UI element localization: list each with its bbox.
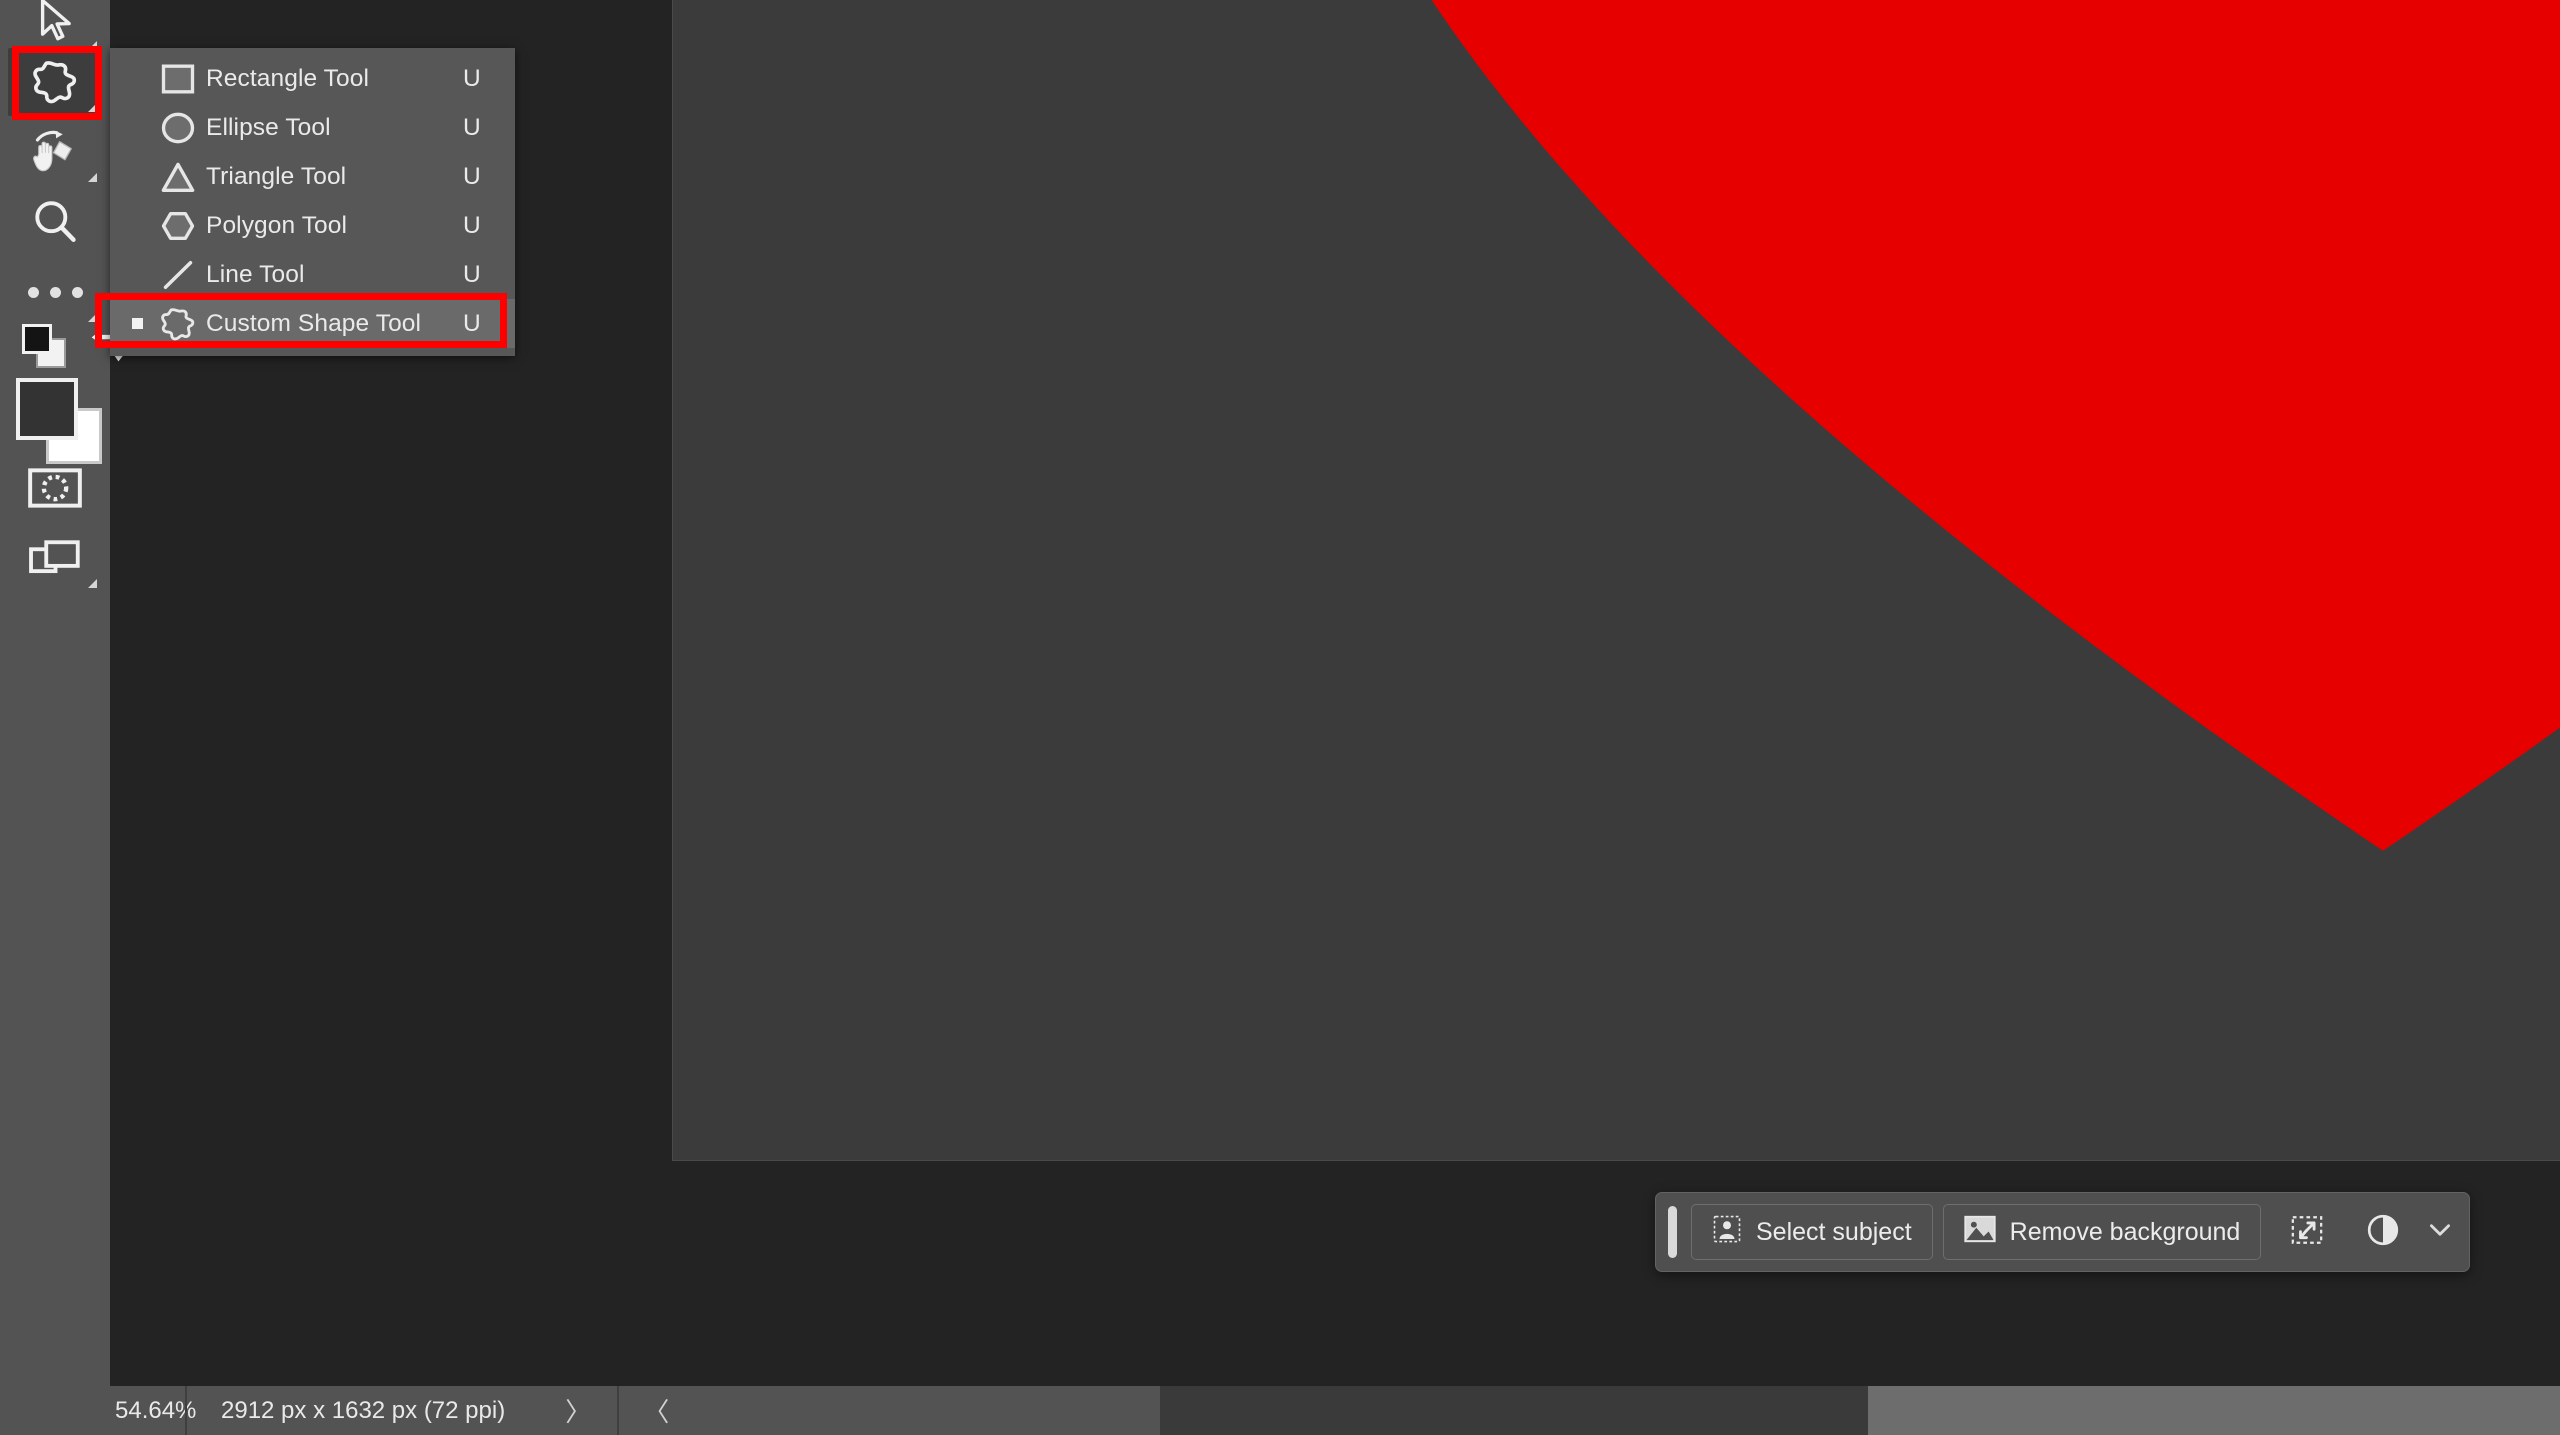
document-dimensions-label: 2912 px x 1632 px (72 ppi) xyxy=(221,1396,506,1424)
tool-flyout-indicator xyxy=(88,579,97,588)
menu-item-shortcut: U xyxy=(463,260,481,288)
menu-item-polygon-tool[interactable]: Polygon Tool U xyxy=(110,201,515,250)
polygon-icon xyxy=(150,210,206,242)
sidebar-tool-custom-shape[interactable] xyxy=(8,48,102,116)
shape-tool-flyout-menu[interactable]: Rectangle Tool U Ellipse Tool U Triangle… xyxy=(110,48,515,356)
task-bar-overflow-button[interactable] xyxy=(2423,1204,2457,1260)
screen-mode-icon xyxy=(28,537,82,579)
menu-item-shortcut: U xyxy=(463,211,481,239)
menu-item-shortcut: U xyxy=(463,309,481,337)
menu-item-label: Triangle Tool xyxy=(206,162,347,190)
remove-background-button[interactable]: Remove background xyxy=(1942,1204,2262,1260)
menu-item-line-tool[interactable]: Line Tool U xyxy=(110,250,515,299)
menu-item-shortcut: U xyxy=(463,113,481,141)
menu-item-shortcut: U xyxy=(463,64,481,92)
menu-item-custom-shape-tool[interactable]: Custom Shape Tool U xyxy=(110,299,515,348)
status-bar[interactable]: 54.64% 2912 px x 1632 px (72 ppi) 〉 〈 xyxy=(0,1386,2560,1435)
tool-flyout-indicator xyxy=(88,173,97,182)
menu-item-triangle-tool[interactable]: Triangle Tool U xyxy=(110,152,515,201)
select-subject-button[interactable]: Select subject xyxy=(1691,1204,1933,1260)
transform-selection-button[interactable] xyxy=(2271,1204,2343,1260)
line-icon xyxy=(150,259,206,291)
foreground-color-swatch[interactable] xyxy=(16,378,78,440)
default-foreground-swatch xyxy=(22,324,52,354)
status-expand-arrow[interactable]: 〉 xyxy=(505,1392,591,1429)
chevron-down-icon xyxy=(2430,1223,2451,1242)
screen-mode-button[interactable] xyxy=(8,524,102,592)
menu-item-label: Custom Shape Tool xyxy=(206,309,422,337)
photoshop-window: Select subject Remove background Rectang… xyxy=(0,0,2560,1435)
custom-shape-icon xyxy=(30,59,80,105)
default-colors-button[interactable] xyxy=(22,322,70,370)
adjustment-icon xyxy=(2365,1212,2401,1253)
ellipsis-icon xyxy=(27,286,83,298)
sidebar-tool-move[interactable] xyxy=(8,0,102,54)
menu-item-shortcut: U xyxy=(463,162,481,190)
menu-item-label: Rectangle Tool xyxy=(206,64,370,92)
zoom-level-field[interactable]: 54.64% xyxy=(0,1397,196,1425)
rectangle-icon xyxy=(150,63,206,94)
triangle-icon xyxy=(150,161,206,193)
selection-marker xyxy=(124,318,150,329)
cursor-arrow-icon xyxy=(34,0,76,43)
task-bar-drag-handle[interactable] xyxy=(1668,1206,1677,1258)
menu-item-label: Line Tool xyxy=(206,260,305,288)
select-subject-label: Select subject xyxy=(1756,1217,1912,1246)
menu-item-rectangle-tool[interactable]: Rectangle Tool U xyxy=(110,54,515,103)
tools-panel[interactable] xyxy=(0,0,127,1386)
menu-item-ellipse-tool[interactable]: Ellipse Tool U xyxy=(110,103,515,152)
sidebar-tool-zoom[interactable] xyxy=(8,188,102,256)
color-swatches[interactable] xyxy=(16,378,102,464)
transform-selection-icon xyxy=(2290,1213,2324,1252)
quick-mask-icon xyxy=(28,468,82,508)
magnifier-icon xyxy=(31,198,79,246)
custom-shape-icon xyxy=(150,306,206,342)
select-subject-icon xyxy=(1712,1214,1742,1251)
horizontal-scroll-track[interactable] xyxy=(1160,1386,1868,1435)
sidebar-tool-edit-toolbar[interactable] xyxy=(8,258,102,326)
horizontal-scrollbar-thumb[interactable] xyxy=(1868,1386,2560,1435)
quick-mask-button[interactable] xyxy=(8,454,102,522)
adjustment-button[interactable] xyxy=(2347,1204,2419,1260)
hand-icon xyxy=(29,128,81,176)
canvas[interactable] xyxy=(672,0,2560,1161)
heart-shape-artwork xyxy=(1431,0,2560,851)
menu-item-label: Polygon Tool xyxy=(206,211,348,239)
sidebar-tool-hand[interactable] xyxy=(8,118,102,186)
contextual-task-bar[interactable]: Select subject Remove background xyxy=(1655,1192,2471,1272)
remove-background-icon xyxy=(1964,1215,1996,1250)
status-collapse-arrow[interactable]: 〈 xyxy=(619,1392,669,1429)
remove-background-label: Remove background xyxy=(2009,1217,2241,1246)
ellipse-icon xyxy=(150,112,206,144)
tool-flyout-indicator xyxy=(88,103,97,112)
tool-flyout-indicator xyxy=(88,313,97,322)
menu-item-label: Ellipse Tool xyxy=(206,113,331,141)
